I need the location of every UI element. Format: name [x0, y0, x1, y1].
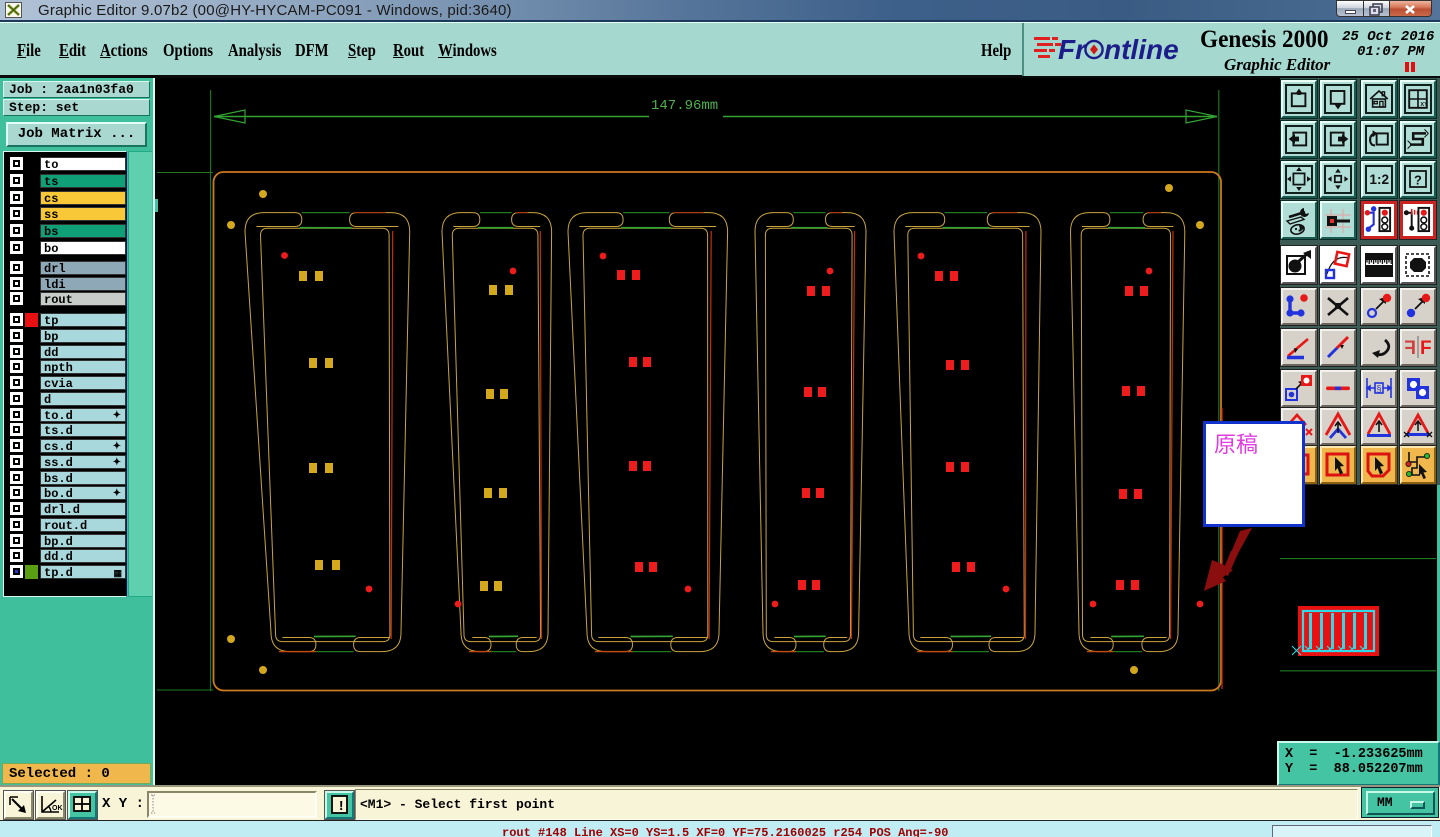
svg-text:F: F — [1420, 338, 1432, 359]
svg-text:!: ! — [337, 799, 345, 815]
svg-text:Fr: Fr — [1058, 34, 1088, 65]
svg-text:§: § — [1376, 384, 1381, 394]
svg-text:?: ? — [1414, 173, 1422, 188]
svg-text:OK: OK — [52, 805, 63, 812]
svg-text:F: F — [1404, 338, 1416, 359]
svg-text:1:2: 1:2 — [1369, 172, 1389, 187]
svg-text:XY: XY — [1420, 102, 1428, 108]
svg-text:ntline: ntline — [1104, 34, 1179, 65]
